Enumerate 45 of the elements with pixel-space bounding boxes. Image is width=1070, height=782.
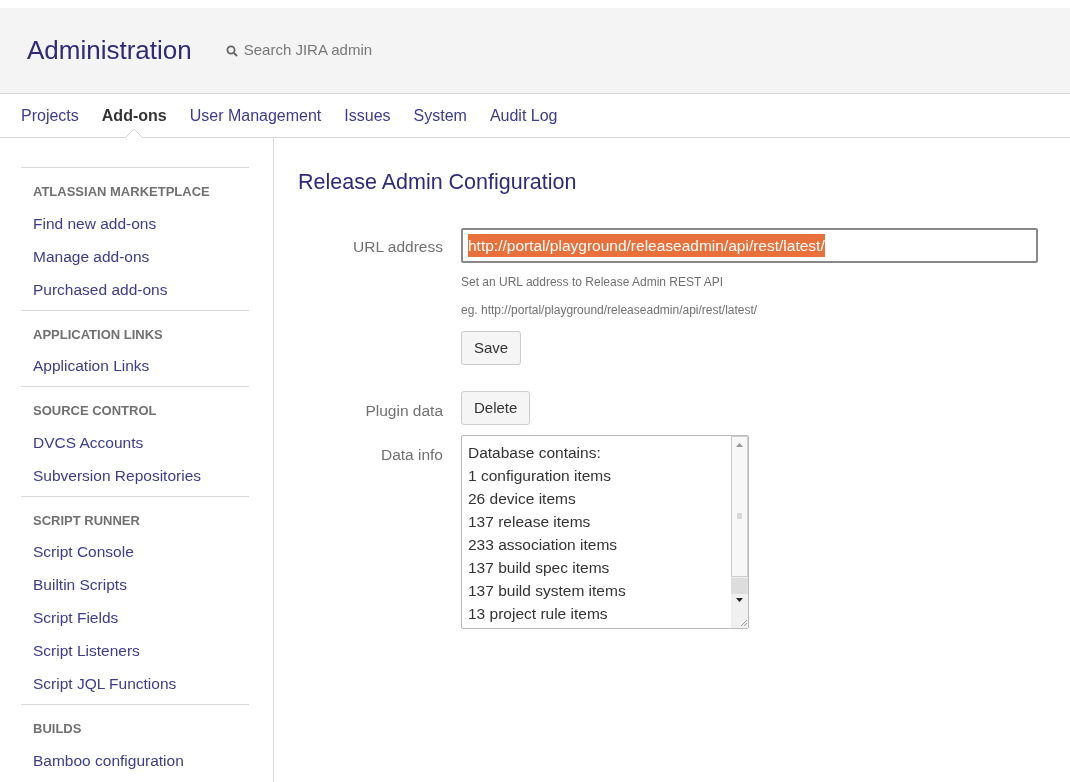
sidebar-link[interactable]: Application Links xyxy=(21,349,249,382)
text-line: 137 release items xyxy=(468,512,592,533)
search-field[interactable]: Search JIRA admin xyxy=(243,39,444,62)
section-heading: SCRIPT RUNNER xyxy=(32,511,141,530)
sidebar-link[interactable]: DVCS Accounts xyxy=(21,425,249,459)
text-line: Database contains: xyxy=(468,443,602,464)
sidebar-link[interactable]: Script Fields xyxy=(21,601,249,634)
sidebar-link[interactable]: Bamboo configuration xyxy=(21,743,249,777)
page-title: Release Admin Configuration xyxy=(298,169,578,196)
nav-tab[interactable]: Add-ons xyxy=(101,103,167,128)
sidebar-link[interactable]: Subversion Repositories xyxy=(21,458,249,492)
nav-tab[interactable]: User Management xyxy=(189,103,322,128)
search-icon xyxy=(225,44,238,57)
text-line: 137 build spec items xyxy=(468,558,611,579)
nav-tab[interactable]: System xyxy=(413,103,467,128)
page-heading: Administration xyxy=(27,34,192,67)
help-text: Set an URL address to Release Admin REST API xyxy=(461,274,725,292)
data-info-textarea[interactable]: Database contains: 1 configuration items 26 device items 137 release items 233 association items 137 build spec items 137 build system items 13 project rule items xyxy=(461,435,749,630)
text-line: 137 build system items xyxy=(468,581,627,602)
sidebar-link[interactable]: Script Listeners xyxy=(21,634,249,667)
text-line: 1 configuration items xyxy=(468,466,613,487)
field-label: Plugin data xyxy=(364,401,443,422)
section-heading: APPLICATION LINKS xyxy=(32,325,164,344)
sidebar-link[interactable]: Find new add-ons xyxy=(21,206,249,240)
section-heading: ATLASSIAN MARKETPLACE xyxy=(32,183,211,201)
sidebar-link[interactable]: Builtin Scripts xyxy=(21,568,249,601)
sidebar-link[interactable]: Script JQL Functions xyxy=(21,667,249,700)
sidebar-link[interactable]: Script Console xyxy=(21,535,249,568)
delete-button[interactable]: Delete xyxy=(461,391,531,426)
field-label: Data info xyxy=(379,445,443,466)
save-button[interactable]: Save xyxy=(461,331,522,366)
text-line: 233 association items xyxy=(468,535,619,556)
url-value: http://portal/playground/releaseadmin/api/rest/latest/ xyxy=(468,234,825,258)
section-heading: BUILDS xyxy=(32,720,83,738)
help-text: eg. http://portal/playground/releaseadmin/api/rest/latest/ xyxy=(461,302,759,320)
nav-tab[interactable]: Projects xyxy=(21,103,79,128)
sidebar-link[interactable]: Manage add-ons xyxy=(21,239,249,273)
section-heading: SOURCE CONTROL xyxy=(32,402,158,420)
text-line: 13 project rule items xyxy=(468,604,609,625)
text-line: 26 device items xyxy=(468,489,577,510)
field-label: URL address xyxy=(352,237,443,258)
sidebar-link[interactable]: Purchased add-ons xyxy=(21,272,249,306)
nav-tab[interactable]: Issues xyxy=(344,103,391,128)
nav-tab[interactable]: Audit Log xyxy=(489,103,558,128)
scrollbar[interactable] xyxy=(731,436,748,629)
